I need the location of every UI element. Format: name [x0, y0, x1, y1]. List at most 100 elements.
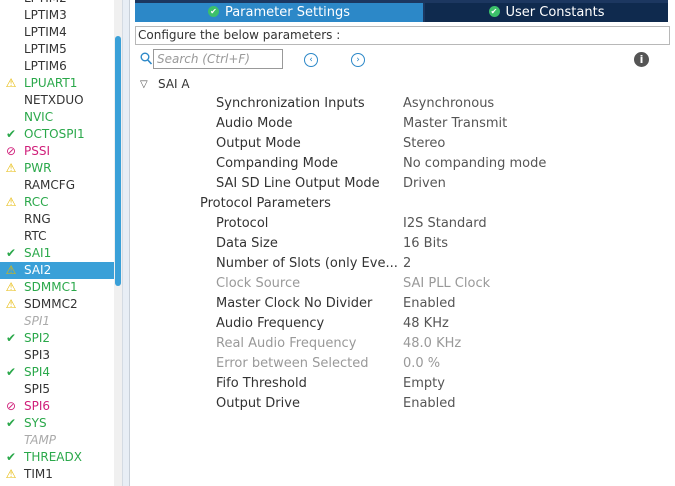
search-icon — [140, 52, 154, 68]
param-name: Output Drive — [216, 396, 300, 411]
peripheral-item-tim1[interactable]: ⚠ TIM1 — [0, 466, 114, 483]
panel-splitter[interactable] — [122, 0, 130, 486]
search-next-button[interactable]: › — [351, 53, 365, 67]
param-value[interactable]: Enabled — [403, 394, 456, 414]
param-row[interactable]: Fifo Threshold Empty — [216, 374, 656, 394]
peripheral-item-lptim3[interactable]: LPTIM3 — [0, 7, 114, 24]
peripheral-label: THREADX — [24, 450, 82, 464]
param-value[interactable]: 2 — [403, 254, 411, 274]
peripheral-item-spi4[interactable]: ✔ SPI4 — [0, 364, 114, 381]
peripheral-label: SPI6 — [24, 399, 51, 413]
peripheral-item-spi2[interactable]: ✔ SPI2 — [0, 330, 114, 347]
param-row[interactable]: Data Size 16 Bits — [216, 234, 656, 254]
peripheral-item-rng[interactable]: RNG — [0, 211, 114, 228]
param-value[interactable]: I2S Standard — [403, 214, 487, 234]
param-row[interactable]: Master Clock No Divider Enabled — [216, 294, 656, 314]
check-icon: ✔ — [5, 127, 17, 141]
peripheral-item-tamp[interactable]: TAMP — [0, 432, 114, 449]
warning-icon: ⚠ — [5, 161, 17, 175]
disabled-icon: ⊘ — [5, 144, 17, 158]
peripheral-label: LPTIM3 — [24, 8, 67, 22]
search-previous-button[interactable]: ‹ — [304, 53, 318, 67]
peripheral-label: RCC — [24, 195, 49, 209]
param-value[interactable]: Stereo — [403, 134, 445, 154]
peripheral-item-octospi1[interactable]: ✔ OCTOSPI1 — [0, 126, 114, 143]
param-name: Companding Mode — [216, 156, 339, 171]
peripheral-item-spi3[interactable]: SPI3 — [0, 347, 114, 364]
param-value[interactable]: No companding mode — [403, 154, 546, 174]
peripheral-label: PSSI — [24, 144, 51, 158]
param-row[interactable]: SAI SD Line Output Mode Driven — [216, 174, 656, 194]
param-row[interactable]: Audio Frequency 48 KHz — [216, 314, 656, 334]
peripheral-item-pwr[interactable]: ⚠ PWR — [0, 160, 114, 177]
check-icon: ✔ — [5, 416, 17, 430]
peripheral-item-spi1[interactable]: SPI1 — [0, 313, 114, 330]
peripheral-item-threadx[interactable]: ✔ THREADX — [0, 449, 114, 466]
peripheral-item-lptim6[interactable]: LPTIM6 — [0, 58, 114, 75]
peripheral-scrollbar-thumb[interactable] — [115, 36, 121, 286]
tab-parameter-settings-label: Parameter Settings — [224, 5, 351, 20]
peripheral-label: PWR — [24, 161, 52, 175]
param-row[interactable]: Clock Source SAI PLL Clock — [216, 274, 656, 294]
peripheral-item-sai1[interactable]: ✔ SAI1 — [0, 245, 114, 262]
param-value[interactable]: 0.0 % — [403, 354, 440, 374]
peripheral-item-rtc[interactable]: RTC — [0, 228, 114, 245]
peripheral-label: RNG — [24, 212, 51, 226]
param-value[interactable]: Master Transmit — [403, 114, 507, 134]
param-value[interactable]: Driven — [403, 174, 446, 194]
peripheral-item-lptim5[interactable]: LPTIM5 — [0, 41, 114, 58]
peripheral-item-lpuart1[interactable]: ⚠ LPUART1 — [0, 75, 114, 92]
param-value[interactable]: 48 KHz — [403, 314, 449, 334]
peripheral-item-spi5[interactable]: SPI5 — [0, 381, 114, 398]
warning-icon: ⚠ — [5, 76, 17, 90]
param-value[interactable]: Asynchronous — [403, 94, 494, 114]
param-row[interactable]: Output Drive Enabled — [216, 394, 656, 414]
peripheral-label: LPUART1 — [24, 76, 78, 90]
peripheral-label: RAMCFG — [24, 178, 75, 192]
peripheral-item-sai2[interactable]: ⚠ SAI2 — [0, 262, 114, 279]
param-value[interactable]: SAI PLL Clock — [403, 274, 490, 294]
tab-user-constants[interactable]: ✔ User Constants — [425, 3, 668, 22]
tab-user-constants-label: User Constants — [505, 5, 605, 20]
peripheral-label: RTC — [24, 229, 47, 243]
param-value[interactable]: Empty — [403, 374, 445, 394]
param-row[interactable]: Synchronization Inputs Asynchronous — [216, 94, 656, 114]
peripheral-label: SPI3 — [24, 348, 51, 362]
group-label: SAI A — [158, 77, 190, 91]
peripheral-item-lptim2[interactable]: LPTIM2 — [0, 0, 114, 7]
peripheral-item-pssi[interactable]: ⊘ PSSI — [0, 143, 114, 160]
peripheral-item-sdmmc1[interactable]: ⚠ SDMMC1 — [0, 279, 114, 296]
param-value[interactable]: Enabled — [403, 294, 456, 314]
check-icon: ✔ — [5, 331, 17, 345]
peripheral-label: SDMMC2 — [24, 297, 78, 311]
warning-icon: ⚠ — [5, 297, 17, 311]
search-input[interactable] — [153, 49, 283, 69]
info-icon[interactable]: i — [634, 52, 649, 67]
param-row[interactable]: Number of Slots (only Eve... 2 — [216, 254, 656, 274]
peripheral-item-spi6[interactable]: ⊘ SPI6 — [0, 398, 114, 415]
param-row[interactable]: Audio Mode Master Transmit — [216, 114, 656, 134]
peripheral-item-nvic[interactable]: NVIC — [0, 109, 114, 126]
param-value[interactable]: 16 Bits — [403, 234, 448, 254]
param-name: Error between Selected — [216, 356, 369, 371]
peripheral-item-rcc[interactable]: ⚠ RCC — [0, 194, 114, 211]
peripheral-item-lptim4[interactable]: LPTIM4 — [0, 24, 114, 41]
peripheral-list: LPTIM2LPTIM3 LPTIM4 LPTIM5 LPTIM6 ⚠ LPUART1 NE… — [0, 0, 114, 486]
param-row[interactable]: Real Audio Frequency 48.0 KHz — [216, 334, 656, 354]
param-row[interactable]: Error between Selected 0.0 % — [216, 354, 656, 374]
peripheral-item-netxduo[interactable]: NETXDUO — [0, 92, 114, 109]
peripheral-label: LPTIM2 — [24, 0, 67, 7]
peripheral-label: SPI1 — [24, 314, 51, 328]
param-name: Protocol — [216, 216, 269, 231]
param-name: Fifo Threshold — [216, 376, 307, 391]
param-row[interactable]: Protocol I2S Standard — [216, 214, 656, 234]
param-row[interactable]: Companding Mode No companding mode — [216, 154, 656, 174]
param-value[interactable]: 48.0 KHz — [403, 334, 461, 354]
param-name: Audio Frequency — [216, 316, 325, 331]
tab-parameter-settings[interactable]: ✔ Parameter Settings — [135, 3, 423, 22]
peripheral-item-ramcfg[interactable]: RAMCFG — [0, 177, 114, 194]
chevron-down-icon[interactable]: ▽ — [140, 76, 148, 93]
peripheral-item-sdmmc2[interactable]: ⚠ SDMMC2 — [0, 296, 114, 313]
param-row[interactable]: Output Mode Stereo — [216, 134, 656, 154]
peripheral-item-sys[interactable]: ✔ SYS — [0, 415, 114, 432]
